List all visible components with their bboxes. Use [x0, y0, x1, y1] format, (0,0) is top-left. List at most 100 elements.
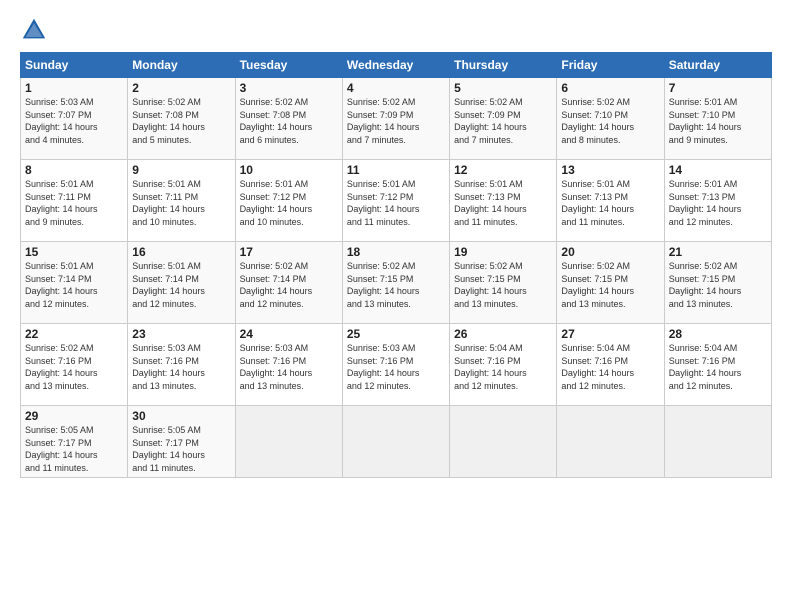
day-number: 27 — [561, 327, 659, 341]
day-number: 28 — [669, 327, 767, 341]
calendar-week-row: 1Sunrise: 5:03 AM Sunset: 7:07 PM Daylig… — [21, 78, 772, 160]
day-number: 5 — [454, 81, 552, 95]
day-number: 13 — [561, 163, 659, 177]
day-info: Sunrise: 5:02 AM Sunset: 7:10 PM Dayligh… — [561, 96, 659, 146]
day-info: Sunrise: 5:04 AM Sunset: 7:16 PM Dayligh… — [669, 342, 767, 392]
day-number: 1 — [25, 81, 123, 95]
day-number: 9 — [132, 163, 230, 177]
calendar-cell — [342, 406, 449, 478]
calendar-cell: 23Sunrise: 5:03 AM Sunset: 7:16 PM Dayli… — [128, 324, 235, 406]
calendar-cell: 18Sunrise: 5:02 AM Sunset: 7:15 PM Dayli… — [342, 242, 449, 324]
calendar-cell: 11Sunrise: 5:01 AM Sunset: 7:12 PM Dayli… — [342, 160, 449, 242]
day-info: Sunrise: 5:03 AM Sunset: 7:16 PM Dayligh… — [240, 342, 338, 392]
day-number: 25 — [347, 327, 445, 341]
calendar-cell: 6Sunrise: 5:02 AM Sunset: 7:10 PM Daylig… — [557, 78, 664, 160]
calendar-week-row: 22Sunrise: 5:02 AM Sunset: 7:16 PM Dayli… — [21, 324, 772, 406]
day-info: Sunrise: 5:02 AM Sunset: 7:09 PM Dayligh… — [347, 96, 445, 146]
day-number: 16 — [132, 245, 230, 259]
calendar-cell: 3Sunrise: 5:02 AM Sunset: 7:08 PM Daylig… — [235, 78, 342, 160]
day-info: Sunrise: 5:01 AM Sunset: 7:11 PM Dayligh… — [132, 178, 230, 228]
day-info: Sunrise: 5:01 AM Sunset: 7:11 PM Dayligh… — [25, 178, 123, 228]
day-number: 2 — [132, 81, 230, 95]
day-number: 15 — [25, 245, 123, 259]
calendar-cell: 13Sunrise: 5:01 AM Sunset: 7:13 PM Dayli… — [557, 160, 664, 242]
calendar-cell: 10Sunrise: 5:01 AM Sunset: 7:12 PM Dayli… — [235, 160, 342, 242]
calendar-cell: 4Sunrise: 5:02 AM Sunset: 7:09 PM Daylig… — [342, 78, 449, 160]
calendar-cell: 17Sunrise: 5:02 AM Sunset: 7:14 PM Dayli… — [235, 242, 342, 324]
day-number: 4 — [347, 81, 445, 95]
day-number: 20 — [561, 245, 659, 259]
calendar-cell: 27Sunrise: 5:04 AM Sunset: 7:16 PM Dayli… — [557, 324, 664, 406]
day-number: 3 — [240, 81, 338, 95]
calendar-body: 1Sunrise: 5:03 AM Sunset: 7:07 PM Daylig… — [21, 78, 772, 478]
day-info: Sunrise: 5:01 AM Sunset: 7:12 PM Dayligh… — [240, 178, 338, 228]
day-number: 6 — [561, 81, 659, 95]
calendar-cell: 9Sunrise: 5:01 AM Sunset: 7:11 PM Daylig… — [128, 160, 235, 242]
calendar-cell: 21Sunrise: 5:02 AM Sunset: 7:15 PM Dayli… — [664, 242, 771, 324]
header-row: SundayMondayTuesdayWednesdayThursdayFrid… — [21, 53, 772, 78]
day-info: Sunrise: 5:02 AM Sunset: 7:15 PM Dayligh… — [454, 260, 552, 310]
day-number: 18 — [347, 245, 445, 259]
day-number: 8 — [25, 163, 123, 177]
weekday-header: Thursday — [450, 53, 557, 78]
calendar-table: SundayMondayTuesdayWednesdayThursdayFrid… — [20, 52, 772, 478]
day-info: Sunrise: 5:01 AM Sunset: 7:13 PM Dayligh… — [454, 178, 552, 228]
calendar-cell: 30Sunrise: 5:05 AM Sunset: 7:17 PM Dayli… — [128, 406, 235, 478]
day-info: Sunrise: 5:02 AM Sunset: 7:14 PM Dayligh… — [240, 260, 338, 310]
day-info: Sunrise: 5:01 AM Sunset: 7:13 PM Dayligh… — [669, 178, 767, 228]
day-info: Sunrise: 5:02 AM Sunset: 7:09 PM Dayligh… — [454, 96, 552, 146]
calendar-cell: 24Sunrise: 5:03 AM Sunset: 7:16 PM Dayli… — [235, 324, 342, 406]
day-number: 10 — [240, 163, 338, 177]
day-number: 21 — [669, 245, 767, 259]
day-info: Sunrise: 5:04 AM Sunset: 7:16 PM Dayligh… — [454, 342, 552, 392]
day-info: Sunrise: 5:01 AM Sunset: 7:14 PM Dayligh… — [25, 260, 123, 310]
day-number: 23 — [132, 327, 230, 341]
day-info: Sunrise: 5:03 AM Sunset: 7:07 PM Dayligh… — [25, 96, 123, 146]
calendar-cell: 28Sunrise: 5:04 AM Sunset: 7:16 PM Dayli… — [664, 324, 771, 406]
day-info: Sunrise: 5:02 AM Sunset: 7:08 PM Dayligh… — [132, 96, 230, 146]
calendar-cell: 5Sunrise: 5:02 AM Sunset: 7:09 PM Daylig… — [450, 78, 557, 160]
day-info: Sunrise: 5:05 AM Sunset: 7:17 PM Dayligh… — [132, 424, 230, 474]
day-info: Sunrise: 5:02 AM Sunset: 7:15 PM Dayligh… — [561, 260, 659, 310]
day-info: Sunrise: 5:01 AM Sunset: 7:10 PM Dayligh… — [669, 96, 767, 146]
day-number: 17 — [240, 245, 338, 259]
day-number: 19 — [454, 245, 552, 259]
day-number: 14 — [669, 163, 767, 177]
calendar-week-row: 8Sunrise: 5:01 AM Sunset: 7:11 PM Daylig… — [21, 160, 772, 242]
calendar-cell: 26Sunrise: 5:04 AM Sunset: 7:16 PM Dayli… — [450, 324, 557, 406]
weekday-header: Tuesday — [235, 53, 342, 78]
calendar-cell: 2Sunrise: 5:02 AM Sunset: 7:08 PM Daylig… — [128, 78, 235, 160]
day-number: 30 — [132, 409, 230, 423]
weekday-header: Monday — [128, 53, 235, 78]
calendar-cell: 7Sunrise: 5:01 AM Sunset: 7:10 PM Daylig… — [664, 78, 771, 160]
weekday-header: Saturday — [664, 53, 771, 78]
day-number: 22 — [25, 327, 123, 341]
day-number: 26 — [454, 327, 552, 341]
calendar-cell: 1Sunrise: 5:03 AM Sunset: 7:07 PM Daylig… — [21, 78, 128, 160]
logo-icon — [20, 16, 48, 44]
calendar-cell — [664, 406, 771, 478]
calendar-header: SundayMondayTuesdayWednesdayThursdayFrid… — [21, 53, 772, 78]
calendar-cell: 15Sunrise: 5:01 AM Sunset: 7:14 PM Dayli… — [21, 242, 128, 324]
weekday-header: Wednesday — [342, 53, 449, 78]
calendar-cell: 29Sunrise: 5:05 AM Sunset: 7:17 PM Dayli… — [21, 406, 128, 478]
day-info: Sunrise: 5:02 AM Sunset: 7:16 PM Dayligh… — [25, 342, 123, 392]
page-container: SundayMondayTuesdayWednesdayThursdayFrid… — [0, 0, 792, 488]
day-info: Sunrise: 5:03 AM Sunset: 7:16 PM Dayligh… — [347, 342, 445, 392]
day-info: Sunrise: 5:02 AM Sunset: 7:15 PM Dayligh… — [347, 260, 445, 310]
logo — [20, 16, 52, 44]
day-number: 7 — [669, 81, 767, 95]
calendar-cell — [450, 406, 557, 478]
calendar-cell: 12Sunrise: 5:01 AM Sunset: 7:13 PM Dayli… — [450, 160, 557, 242]
calendar-cell: 14Sunrise: 5:01 AM Sunset: 7:13 PM Dayli… — [664, 160, 771, 242]
day-number: 29 — [25, 409, 123, 423]
weekday-header: Friday — [557, 53, 664, 78]
calendar-week-row: 29 Sunrise: 5:05 AM Sunset: 7:17 PM Dayli… — [21, 406, 772, 478]
day-number: 11 — [347, 163, 445, 177]
calendar-cell: 8Sunrise: 5:01 AM Sunset: 7:11 PM Daylig… — [21, 160, 128, 242]
calendar-cell: 22Sunrise: 5:02 AM Sunset: 7:16 PM Dayli… — [21, 324, 128, 406]
weekday-header: Sunday — [21, 53, 128, 78]
calendar-cell: 19Sunrise: 5:02 AM Sunset: 7:15 PM Dayli… — [450, 242, 557, 324]
day-info: Sunrise: 5:01 AM Sunset: 7:14 PM Dayligh… — [132, 260, 230, 310]
calendar-cell: 20Sunrise: 5:02 AM Sunset: 7:15 PM Dayli… — [557, 242, 664, 324]
